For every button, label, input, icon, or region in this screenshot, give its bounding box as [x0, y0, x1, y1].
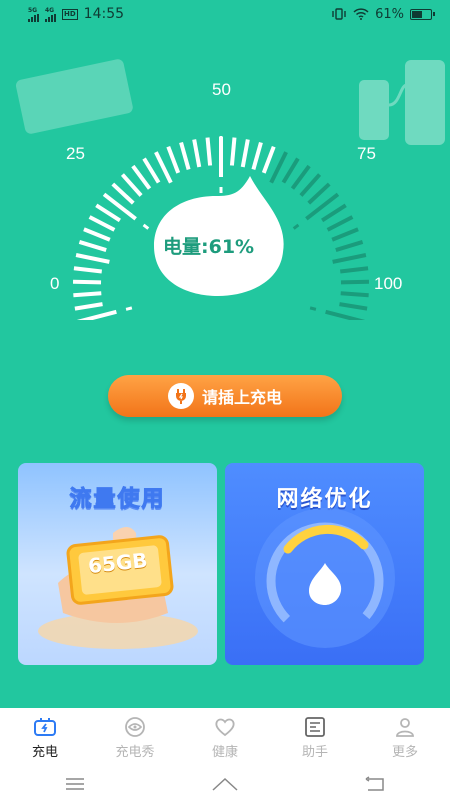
- battery-percent: 61%: [375, 6, 404, 22]
- status-left: 5G 4G HD 14:55: [28, 6, 124, 22]
- gauge-inner-marker: [292, 223, 300, 230]
- gauge-tick: [321, 203, 347, 223]
- system-nav-bar: [0, 768, 450, 800]
- battery-gauge: 0 25 50 75 100: [0, 70, 450, 320]
- tab-health[interactable]: 健康: [180, 708, 270, 768]
- gauge-tick: [120, 173, 143, 197]
- network-optimize-card[interactable]: 网络优化: [225, 463, 424, 665]
- tab-charge-show-label: 充电秀: [115, 745, 155, 760]
- tab-assistant-label: 助手: [301, 745, 328, 760]
- status-right: 61%: [331, 6, 435, 22]
- wifi-icon: [353, 8, 369, 20]
- hd-badge: HD: [62, 8, 78, 20]
- gauge-label-50: 50: [212, 80, 231, 99]
- eye-icon: [125, 717, 145, 737]
- tab-more-label: 更多: [391, 745, 418, 760]
- signal-4g: 4G: [45, 7, 56, 22]
- gauge-tick: [205, 137, 213, 166]
- plug-icon: [167, 383, 194, 409]
- battery-charge-icon: [34, 718, 56, 736]
- gauge-tick: [325, 309, 365, 320]
- gauge-tick: [95, 203, 121, 223]
- gauge-inner-marker: [125, 306, 133, 311]
- tab-charge[interactable]: 充电: [0, 708, 90, 768]
- gauge-tick: [229, 137, 237, 166]
- vibrate-icon: [332, 8, 346, 20]
- battery-fill: [412, 10, 423, 18]
- gauge-label-75: 75: [357, 144, 376, 163]
- gauge-tick: [88, 215, 116, 232]
- speedometer-illustration: [255, 508, 395, 648]
- gauge-tick: [332, 253, 367, 264]
- gauge-tick: [166, 146, 181, 174]
- gauge-tick: [340, 266, 369, 274]
- signal-5g: 5G: [28, 7, 39, 22]
- back-icon: [365, 776, 384, 791]
- gauge-tick: [75, 253, 110, 264]
- heart-icon: [215, 718, 235, 737]
- gauge-label-25: 25: [66, 144, 85, 163]
- person-icon: [396, 718, 414, 737]
- signal-4g-label: 4G: [45, 6, 55, 14]
- gauge-tick: [131, 164, 152, 190]
- gauge-inner-marker: [142, 223, 150, 230]
- gauge-tick: [331, 227, 359, 242]
- gauge-tick: [307, 182, 331, 205]
- gauge-tick: [251, 141, 263, 170]
- gauge-inner-marker: [309, 306, 317, 311]
- tab-more[interactable]: 更多: [360, 708, 450, 768]
- status-bar: 5G 4G HD 14:55 61%: [0, 0, 450, 28]
- tab-charge-show[interactable]: 充电秀: [90, 708, 180, 768]
- gauge-tick: [335, 240, 364, 252]
- plug-in-charge-button[interactable]: 请插上充电: [108, 375, 342, 417]
- gauge-tick: [339, 302, 368, 311]
- gauge-tick: [111, 182, 135, 205]
- gauge-tick: [261, 146, 276, 174]
- signal-bars-icon: [28, 13, 39, 22]
- back-button[interactable]: [360, 773, 390, 795]
- signal-bars-icon: [45, 13, 56, 22]
- gauge-tick: [179, 141, 191, 170]
- charge-button-label: 请插上充电: [201, 388, 282, 407]
- gauge-tick: [73, 291, 102, 298]
- tab-health-label: 健康: [211, 745, 238, 760]
- battery-icon: [410, 8, 435, 20]
- gauge-tick: [299, 173, 322, 197]
- battery-readout: 电量:61%: [163, 236, 255, 258]
- gauge-tick: [192, 139, 202, 168]
- gauge-tick: [78, 240, 107, 252]
- gauge-tick: [72, 279, 102, 285]
- gauge-tick: [326, 215, 354, 232]
- clock: 14:55: [83, 6, 125, 22]
- gauge-tick: [340, 291, 369, 298]
- tab-charge-label: 充电: [31, 745, 58, 760]
- traffic-usage-card[interactable]: 流量使用 65GB: [18, 463, 217, 665]
- gauge-tick: [290, 164, 311, 190]
- gauge-label-100: 100: [374, 274, 403, 293]
- gauge-tick: [74, 302, 103, 311]
- gauge-tick: [340, 279, 370, 285]
- gauge-tick: [240, 139, 250, 168]
- tab-assistant[interactable]: 助手: [270, 708, 360, 768]
- gauge-tick: [142, 157, 161, 184]
- signal-5g-label: 5G: [28, 6, 38, 14]
- menu-button[interactable]: [60, 773, 90, 795]
- gauge-tick: [281, 157, 300, 184]
- gauge-tick: [77, 309, 117, 320]
- bottom-nav: 充电 充电秀 健康 助手 更多: [0, 708, 450, 768]
- menu-icon: [66, 778, 84, 790]
- home-icon: [212, 777, 238, 791]
- gauge-tick: [83, 227, 111, 242]
- home-button[interactable]: [210, 773, 240, 795]
- gauge-tick: [73, 266, 102, 274]
- assistant-icon: [305, 717, 325, 737]
- gauge-label-0: 0: [50, 274, 60, 293]
